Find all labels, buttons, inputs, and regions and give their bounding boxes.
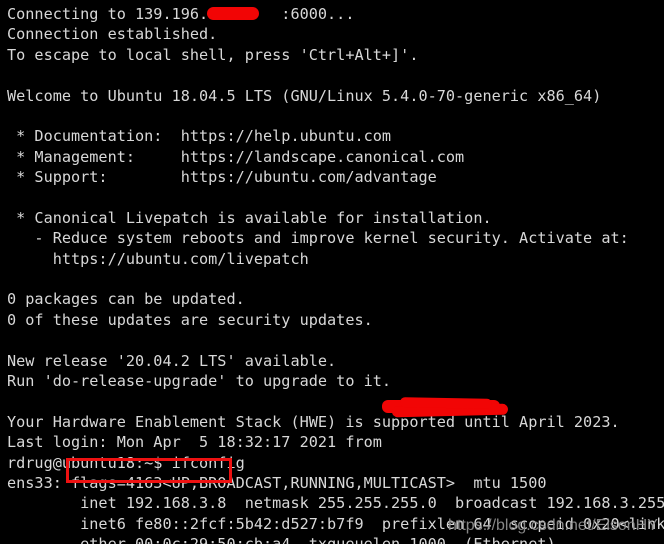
terminal-line: 0 packages can be updated. [7, 290, 245, 309]
terminal-line: Last login: Mon Apr 5 18:32:17 2021 from [7, 433, 510, 452]
redaction-mark-host [207, 7, 259, 20]
terminal-screen: Connecting to 139.196. :6000... Connecti… [0, 0, 664, 544]
terminal-line-inet: inet 192.168.3.8 netmask 255.255.255.0 b… [7, 494, 664, 513]
csdn-watermark: https://blog.csdn.net/ElsonHY [448, 517, 658, 534]
terminal-line: Connection established. [7, 25, 218, 44]
terminal-line: * Support: https://ubuntu.com/advantage [7, 168, 437, 187]
terminal-line: https://ubuntu.com/livepatch [7, 249, 309, 268]
terminal-line: 0 of these updates are security updates. [7, 310, 373, 329]
terminal-line: Welcome to Ubuntu 18.04.5 LTS (GNU/Linux… [7, 86, 602, 105]
terminal-line: - Reduce system reboots and improve kern… [7, 229, 629, 248]
terminal-line: * Documentation: https://help.ubuntu.com [7, 127, 392, 146]
terminal-line: * Canonical Livepatch is available for i… [7, 208, 492, 227]
terminal-line: Run 'do-release-upgrade' to upgrade to i… [7, 372, 392, 391]
redaction-mark-login-stroke [399, 397, 493, 409]
terminal-line: Your Hardware Enablement Stack (HWE) is … [7, 412, 620, 431]
terminal-line: Connecting to 139.196. :6000... [7, 5, 355, 23]
inet-address-highlight-box [66, 458, 232, 483]
terminal-line: New release '20.04.2 LTS' available. [7, 351, 337, 370]
terminal-line: To escape to local shell, press 'Ctrl+Al… [7, 45, 419, 64]
terminal-line: * Management: https://landscape.canonica… [7, 147, 465, 166]
